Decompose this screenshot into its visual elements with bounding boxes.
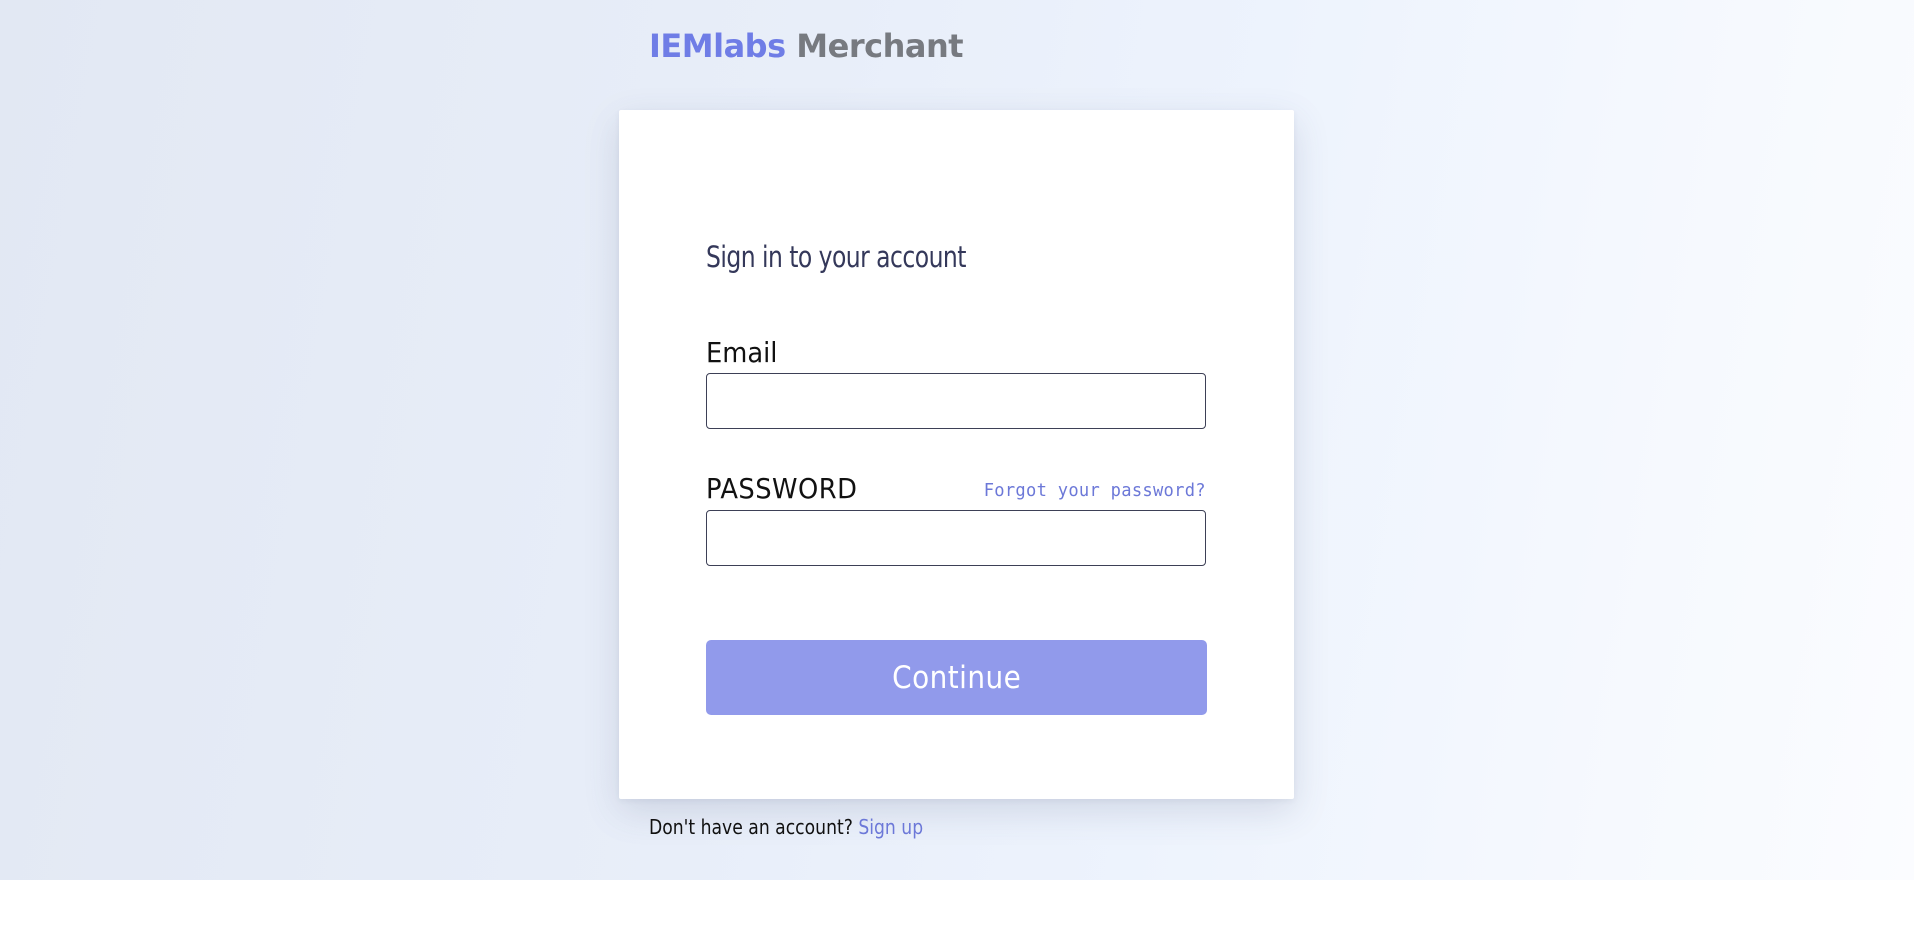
no-account-text: Don't have an account? (649, 815, 853, 839)
signin-card: Sign in to your account Email PASSWORD F… (619, 110, 1294, 799)
brand-name: IEMlabs (649, 27, 786, 65)
continue-button[interactable]: Continue (706, 640, 1207, 715)
forgot-password-link[interactable]: Forgot your password? (984, 480, 1206, 501)
signup-prompt: Don't have an account? Sign up (649, 815, 923, 839)
signin-heading: Sign in to your account (706, 240, 966, 274)
continue-button-label: Continue (891, 659, 1022, 696)
brand-suffix: Merchant (796, 27, 964, 65)
email-label: Email (706, 336, 778, 369)
password-field[interactable] (706, 510, 1206, 566)
signup-link[interactable]: Sign up (858, 815, 923, 839)
email-field[interactable] (706, 373, 1206, 429)
brand-logo: IEMlabs Merchant (649, 24, 964, 68)
password-label: PASSWORD (706, 472, 858, 505)
